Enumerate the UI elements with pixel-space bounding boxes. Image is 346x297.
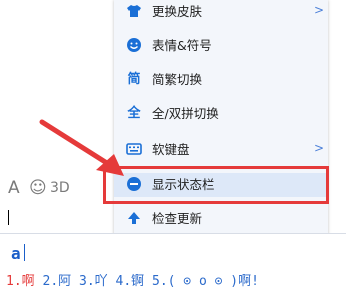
candidate-5[interactable]: 5.( ⊙ o ⊙ )啊! [152, 274, 259, 289]
composition-caret [24, 244, 25, 261]
candidate-3[interactable]: 3.吖 [79, 274, 108, 289]
candidate-2[interactable]: 2.阿 [43, 274, 72, 289]
candidate-4[interactable]: 4.锕 [116, 274, 145, 289]
composition-text: a [11, 244, 21, 263]
candidate-1[interactable]: 1.啊 [6, 274, 35, 289]
ime-candidate-window: a 1.啊 2.阿 3.吖 4.锕 5.( ⊙ o ⊙ )啊! [0, 233, 346, 297]
candidate-list: 1.啊 2.阿 3.吖 4.锕 5.( ⊙ o ⊙ )啊! [6, 270, 259, 289]
